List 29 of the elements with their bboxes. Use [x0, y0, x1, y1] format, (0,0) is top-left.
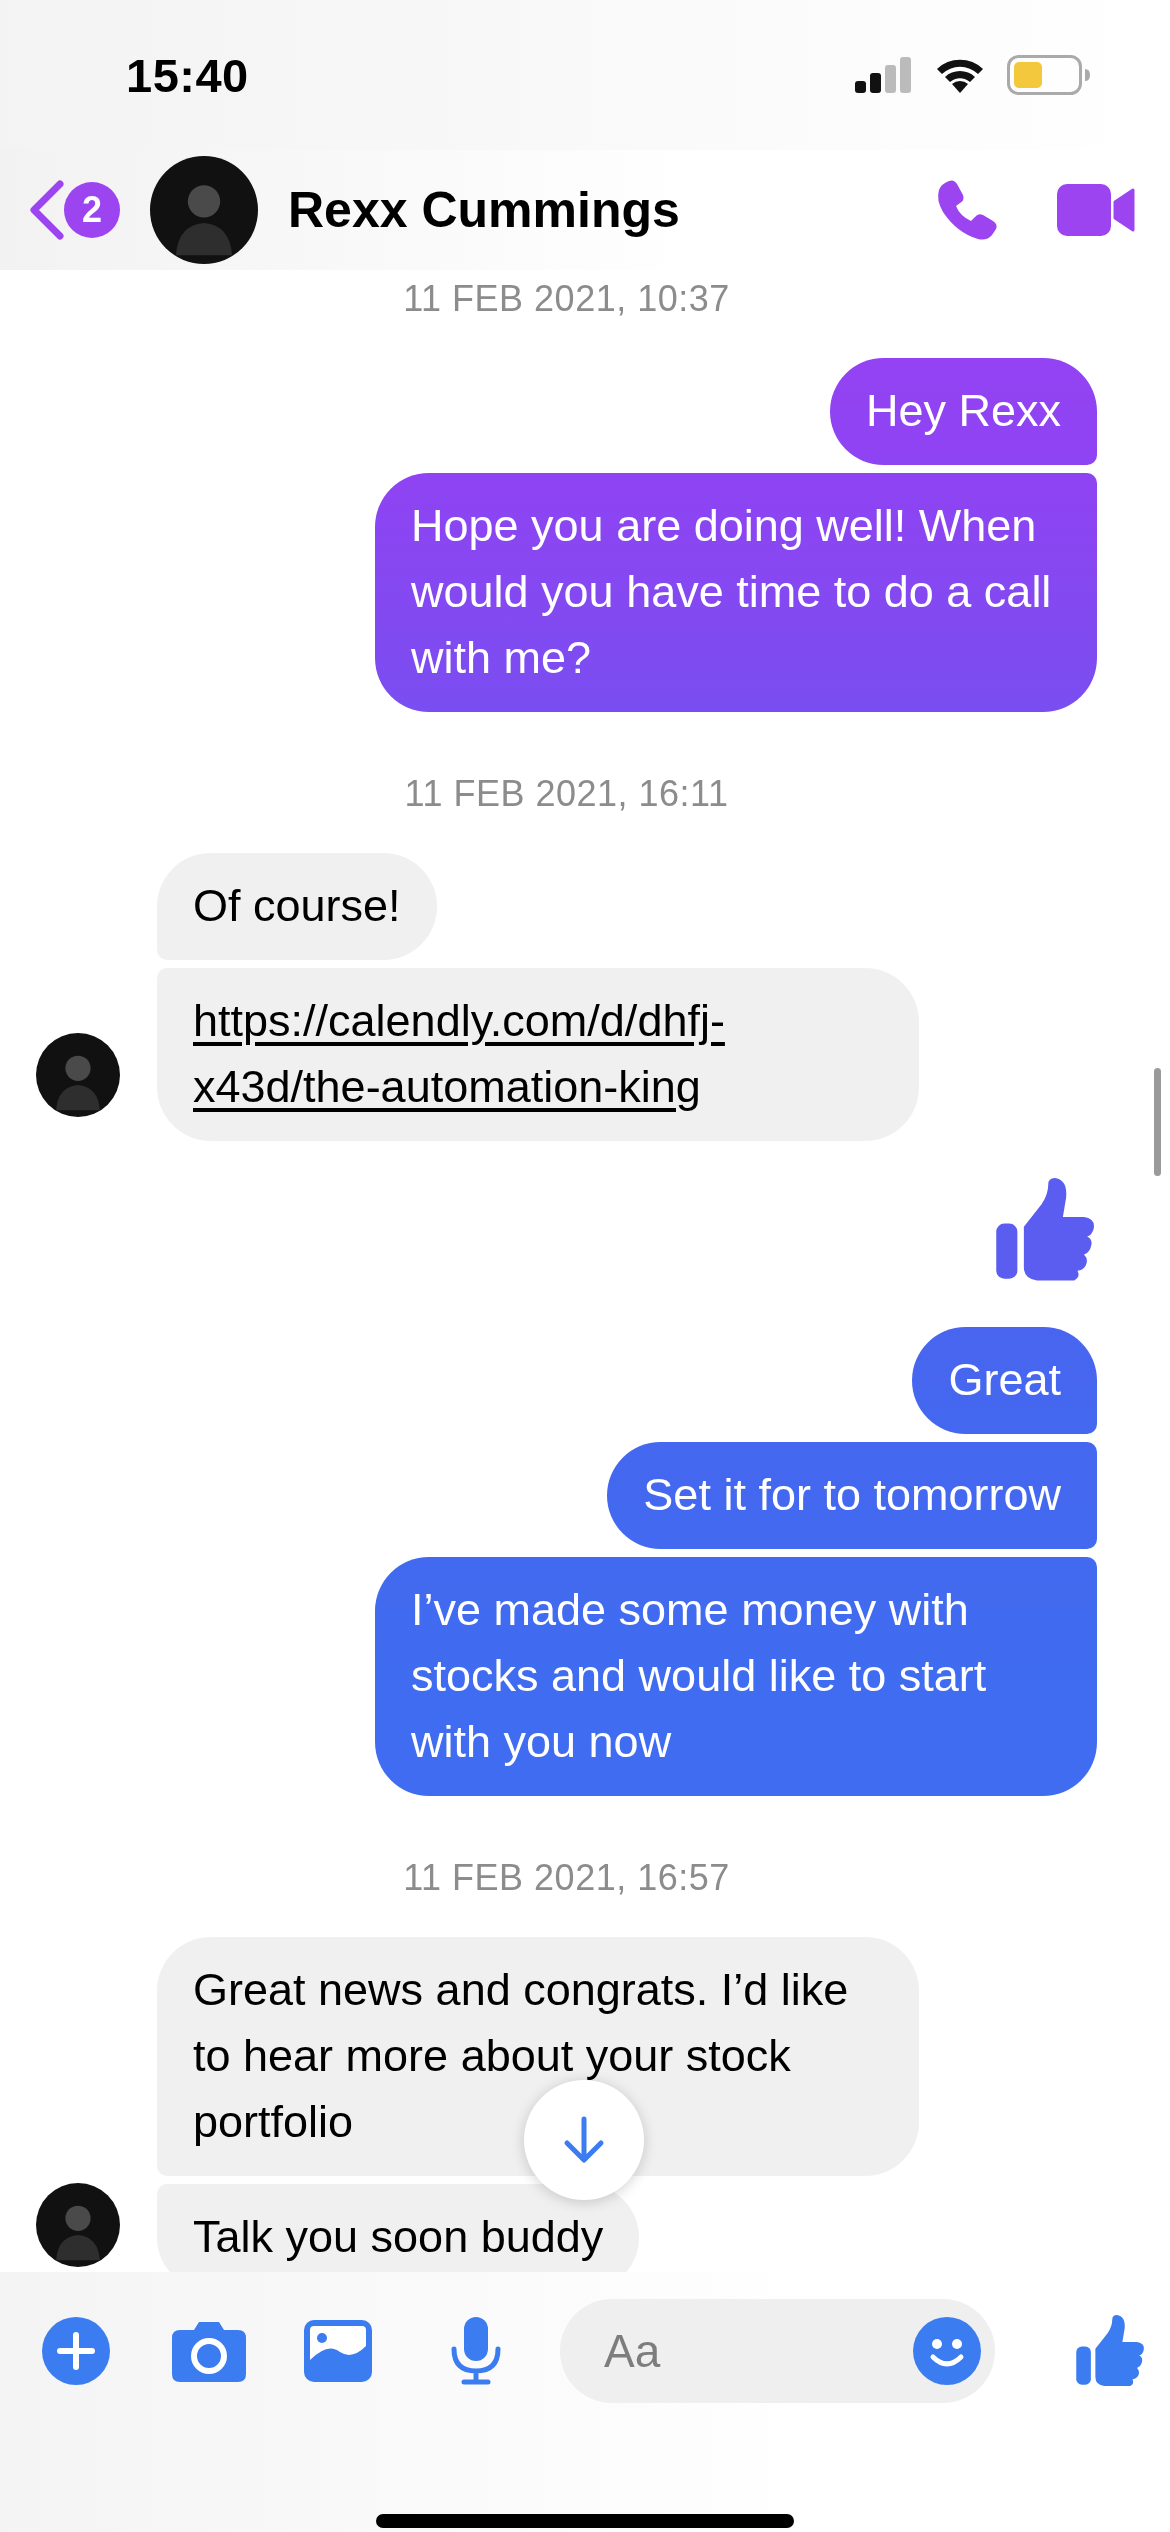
link[interactable]: https://calendly.com/d/dhfj-x43d/the-automation-king — [193, 988, 883, 1120]
message-bubble: Great news and congrats. I’d like to hear more about your stock portfolio — [157, 1937, 919, 2176]
thumbs-up-icon[interactable] — [1074, 2315, 1146, 2387]
phone-icon[interactable] — [935, 178, 999, 242]
back-icon[interactable] — [28, 180, 64, 240]
message-bubble: Hope you are doing well! When would you have time to do a call with me? — [375, 473, 1097, 712]
message-bubble: Of course! — [157, 853, 437, 960]
message-input[interactable]: Aa — [560, 2299, 995, 2403]
timestamp: 11 FEB 2021, 16:11 — [404, 772, 729, 816]
message-bubble: Talk you soon buddy — [157, 2184, 640, 2272]
microphone-icon[interactable] — [450, 2317, 502, 2385]
unread-badge: 2 — [64, 182, 120, 238]
status-time: 15:40 — [126, 47, 250, 103]
emoji-icon[interactable] — [913, 2317, 981, 2385]
battery-icon — [1007, 55, 1091, 95]
timestamp: 11 FEB 2021, 16:57 — [403, 1856, 730, 1900]
message-bubble: I’ve made some money with stocks and would like to start with you now — [375, 1557, 1097, 1796]
thumbs-up-icon — [993, 1178, 1097, 1282]
video-camera-icon[interactable] — [1057, 184, 1135, 236]
timestamp: 11 FEB 2021, 10:37 — [403, 277, 730, 321]
camera-icon[interactable] — [172, 2320, 246, 2382]
signal-icon — [855, 57, 913, 93]
add-icon[interactable] — [42, 2317, 110, 2385]
contact-name: Rexx Cummings — [288, 181, 681, 239]
message-bubble: Hey Rexx — [829, 358, 1097, 465]
wifi-icon — [935, 57, 985, 93]
image-icon[interactable] — [304, 2320, 372, 2382]
message-bubble: Great — [912, 1327, 1097, 1434]
message-bubble: Set it for to tomorrow — [607, 1442, 1097, 1549]
